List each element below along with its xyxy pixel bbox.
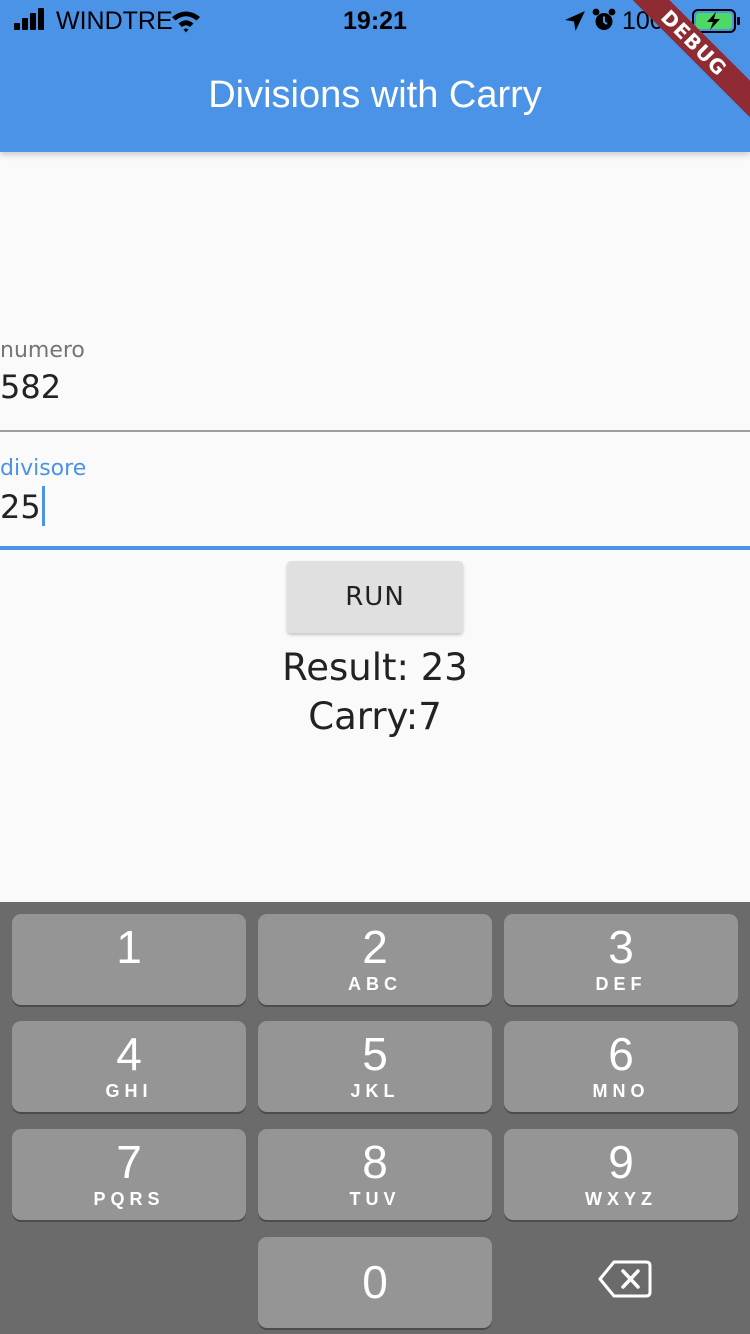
key-letters: DEF xyxy=(595,974,647,994)
key-0[interactable]: 0 xyxy=(258,1237,492,1328)
divisore-input[interactable]: 25 xyxy=(0,486,45,526)
numero-field[interactable]: numero 582 xyxy=(0,330,750,434)
text-cursor xyxy=(41,486,45,526)
page-title: Divisions with Carry xyxy=(208,74,542,116)
divisore-value: 25 xyxy=(0,488,41,526)
key-digit: 6 xyxy=(608,1028,634,1080)
status-bar: WINDTRE 19:21 100% xyxy=(0,0,750,40)
key-9[interactable]: 9 WXYZ xyxy=(504,1129,738,1220)
key-digit: 7 xyxy=(116,1136,142,1188)
result-text: Result: 23 xyxy=(282,646,468,689)
key-letters: JKL xyxy=(350,1081,400,1101)
key-letters: TUV xyxy=(349,1189,401,1209)
key-2[interactable]: 2 ABC xyxy=(258,914,492,1005)
divisore-label: divisore xyxy=(0,456,87,481)
key-4[interactable]: 4 GHI xyxy=(12,1021,246,1112)
key-letters: GHI xyxy=(105,1081,153,1101)
key-digit: 9 xyxy=(608,1136,634,1188)
key-letters: ABC xyxy=(348,974,402,994)
key-8[interactable]: 8 TUV xyxy=(258,1129,492,1220)
divisore-field[interactable]: divisore 25 xyxy=(0,448,750,552)
numero-label: numero xyxy=(0,338,85,363)
key-digit: 1 xyxy=(116,921,142,973)
divisore-underline xyxy=(0,546,750,550)
key-6[interactable]: 6 MNO xyxy=(504,1021,738,1112)
key-digit: 4 xyxy=(116,1028,142,1080)
carry-text: Carry:7 xyxy=(308,695,442,738)
key-5[interactable]: 5 JKL xyxy=(258,1021,492,1112)
numero-input[interactable]: 582 xyxy=(0,368,61,406)
location-arrow-icon xyxy=(565,11,585,31)
numero-underline xyxy=(0,430,750,432)
key-1[interactable]: 1 xyxy=(12,914,246,1005)
key-digit: 3 xyxy=(608,921,634,973)
backspace-icon[interactable] xyxy=(598,1259,652,1299)
key-digit: 0 xyxy=(362,1256,388,1308)
run-button[interactable]: RUN xyxy=(287,561,463,633)
key-3[interactable]: 3 DEF xyxy=(504,914,738,1005)
key-digit: 8 xyxy=(362,1136,388,1188)
alarm-icon xyxy=(592,8,616,30)
key-7[interactable]: 7 PQRS xyxy=(12,1129,246,1220)
key-letters: PQRS xyxy=(93,1189,165,1209)
key-digit: 5 xyxy=(362,1028,388,1080)
key-letters: MNO xyxy=(592,1081,650,1101)
key-letters: WXYZ xyxy=(585,1189,657,1209)
app-bar: WINDTRE 19:21 100% Divisions with Carry … xyxy=(0,0,750,152)
key-digit: 2 xyxy=(362,921,388,973)
